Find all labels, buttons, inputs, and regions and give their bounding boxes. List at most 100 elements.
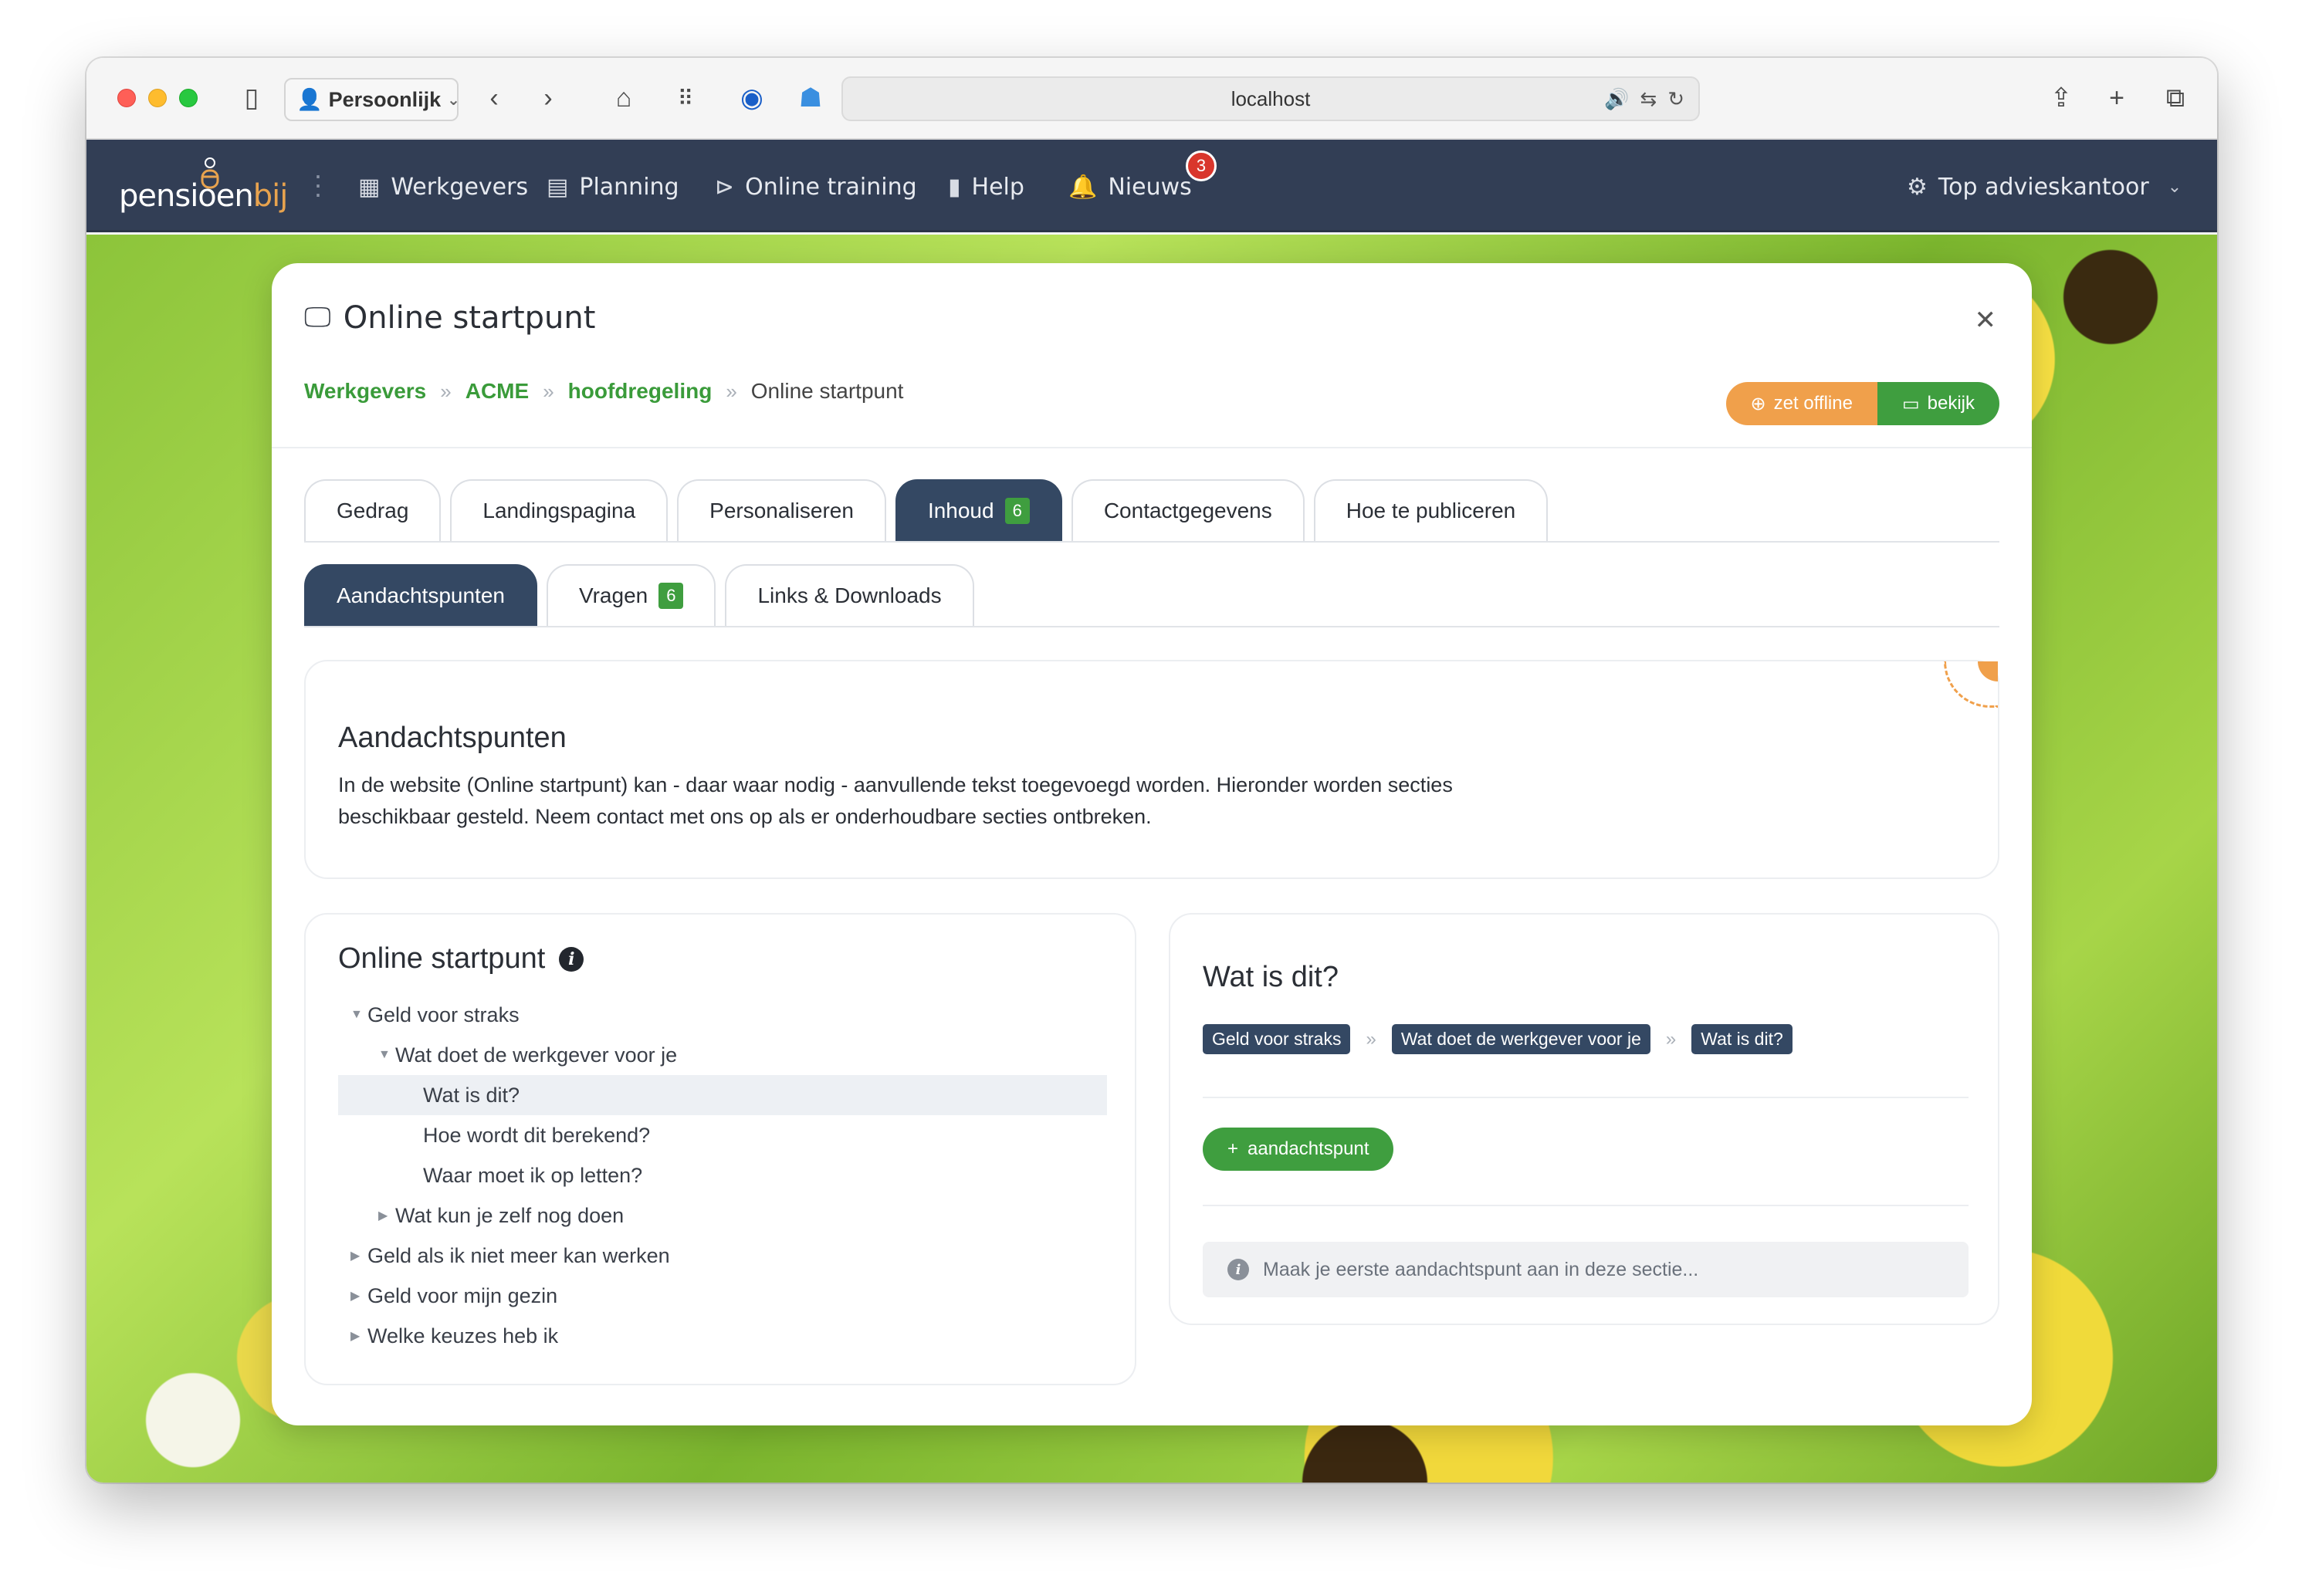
tab-overview-icon[interactable]: ⧉ (2158, 78, 2192, 118)
empty-notice: i Maak je eerste aandachtspunt aan in de… (1203, 1242, 1969, 1297)
ghost-extension-icon[interactable]: ☗ (792, 78, 829, 118)
nav-help[interactable]: ▮ Help (948, 167, 1024, 206)
account-menu[interactable]: ⚙ Top advieskantoor ⌄ (1907, 167, 2182, 206)
breadcrumb-acme[interactable]: ACME (465, 379, 529, 404)
detail-divider (1203, 1097, 1969, 1098)
speaker-icon[interactable]: 🔊 (1604, 87, 1629, 111)
publish-button-group: ⊕ zet offline ▭ bekijk (1725, 382, 1999, 425)
caret-right-icon[interactable]: ▶ (350, 1288, 367, 1304)
tab-inhoud[interactable]: Inhoud 6 (895, 479, 1062, 541)
caret-right-icon[interactable]: ▶ (378, 1208, 395, 1223)
account-label: Top advieskantoor (1938, 173, 2149, 201)
intro-title: Aandachtspunten (338, 722, 567, 754)
calendar-icon: ▤ (547, 173, 569, 201)
back-icon[interactable]: ‹ (479, 78, 509, 118)
caret-right-icon[interactable]: ▶ (350, 1248, 367, 1263)
zet-offline-button[interactable]: ⊕ zet offline (1725, 382, 1877, 425)
detail-divider (1203, 1205, 1969, 1206)
chevron-down-icon: ⌄ (447, 91, 460, 109)
intro-text: In de website (Online startpunt) kan - d… (338, 773, 1453, 828)
tab-hoe-te-publiceren[interactable]: Hoe te publiceren (1313, 479, 1549, 541)
nav-nieuws[interactable]: 🔔 Nieuws (1068, 167, 1192, 206)
minimize-window-button[interactable] (148, 89, 167, 107)
online-startpunt-modal: 🖵 Online startpunt ✕ Werkgevers » ACME »… (272, 263, 2032, 1425)
section-path: Geld voor straks » Wat doet de werkgever… (1203, 1024, 1793, 1054)
caret-right-icon[interactable]: ▶ (350, 1328, 367, 1344)
chevron-right-icon: » (440, 379, 452, 403)
address-bar[interactable]: localhost 🔊 ⇆ ↻ (841, 76, 1700, 121)
reload-icon[interactable]: ↻ (1667, 87, 1684, 111)
header-divider (272, 447, 2032, 448)
tree-title: Online startpunt (338, 942, 546, 975)
section-detail-card: Wat is dit? Geld voor straks » Wat doet … (1169, 913, 1999, 1325)
breadcrumb: Werkgevers » ACME » hoofdregeling » Onli… (304, 379, 903, 404)
browser-window: ▯ 👤 Persoonlijk ⌄ ‹ › ⌂ ⠿ ◉ ☗ localhost … (86, 58, 2217, 1483)
tree-item[interactable]: ▶ Wat kun je zelf nog doen (338, 1195, 1107, 1236)
path-pill: Wat doet de werkgever voor je (1391, 1024, 1650, 1054)
book-icon: ▮ (948, 173, 961, 201)
breadcrumb-hoofdregeling[interactable]: hoofdregeling (568, 379, 713, 404)
section-tree: ▼ Geld voor straks ▼ Wat doet de werkgev… (338, 995, 1107, 1356)
chevron-right-icon: » (1366, 1028, 1376, 1050)
tab-landingspagina[interactable]: Landingspagina (450, 479, 669, 541)
tree-item[interactable]: ▼ Geld voor straks (338, 995, 1107, 1035)
bekijk-button[interactable]: ▭ bekijk (1877, 382, 1999, 425)
info-icon[interactable]: i (559, 946, 584, 972)
intro-card: Aandachtspunten In de website (Online st… (304, 660, 1999, 879)
nav-planning[interactable]: ▤ Planning (547, 167, 679, 206)
zoom-window-button[interactable] (179, 89, 198, 107)
tree-item[interactable]: ▶ Welke keuzes heb ik (338, 1316, 1107, 1356)
detail-title: Wat is dit? (1203, 961, 1339, 993)
tab-links-downloads[interactable]: Links & Downloads (725, 564, 974, 626)
home-icon[interactable]: ⌂ (605, 78, 642, 118)
chevron-right-icon: » (543, 379, 554, 403)
forward-icon[interactable]: › (533, 78, 564, 118)
tree-item[interactable]: Hoe wordt dit berekend? (338, 1115, 1107, 1155)
close-window-button[interactable] (117, 89, 136, 107)
count-badge: 6 (658, 583, 684, 609)
chevron-right-icon: » (726, 379, 737, 403)
info-icon: i (1227, 1259, 1249, 1280)
breadcrumb-current: Online startpunt (750, 379, 904, 403)
logo-text: pensioenbij (119, 178, 288, 214)
tree-item[interactable]: ▶ Geld als ik niet meer kan werken (338, 1236, 1107, 1276)
close-icon[interactable]: ✕ (1975, 305, 1997, 336)
grid-icon[interactable]: ⠿ (667, 78, 704, 118)
tree-item[interactable]: ▶ Geld voor mijn gezin (338, 1276, 1107, 1316)
caret-down-icon[interactable]: ▼ (378, 1048, 395, 1062)
news-count-badge: 3 (1186, 150, 1217, 181)
translate-icon[interactable]: ⇆ (1640, 87, 1657, 111)
person-icon: 👤 (296, 88, 323, 111)
tree-item[interactable]: Waar moet ik op letten? (338, 1155, 1107, 1195)
sidebar-toggle-icon[interactable]: ▯ (235, 78, 269, 118)
chevron-right-icon: » (1665, 1028, 1677, 1050)
monitor-icon: 🖵 (304, 302, 331, 333)
breadcrumb-werkgevers[interactable]: Werkgevers (304, 379, 426, 404)
nav-online-training[interactable]: ⊳ Online training (715, 167, 917, 206)
more-vertical-icon[interactable]: · · · (313, 161, 323, 208)
profile-button[interactable]: 👤 Persoonlijk ⌄ (284, 78, 460, 121)
tab-vragen[interactable]: Vragen 6 (546, 564, 716, 626)
share-icon[interactable]: ⇪ (2044, 78, 2078, 118)
chevron-down-icon: ⌄ (2167, 177, 2182, 197)
browser-toolbar: ▯ 👤 Persoonlijk ⌄ ‹ › ⌂ ⠿ ◉ ☗ localhost … (86, 58, 2217, 140)
monitor-icon: ▭ (1901, 393, 1920, 414)
subtabs-baseline (304, 626, 1999, 627)
nav-werkgevers[interactable]: ▦ Werkgevers (358, 167, 528, 206)
caret-down-icon[interactable]: ▼ (350, 1008, 367, 1022)
new-tab-icon[interactable]: + (2100, 78, 2134, 118)
tree-item-selected[interactable]: Wat is dit? (338, 1075, 1107, 1115)
modal-title: 🖵 Online startpunt (304, 300, 596, 336)
gear-icon: ⚙ (1907, 173, 1928, 201)
password-manager-icon[interactable]: ◉ (733, 78, 770, 118)
add-aandachtspunt-button[interactable]: + aandachtspunt (1203, 1128, 1394, 1171)
globe-icon: ⊕ (1750, 393, 1766, 414)
app-navbar: pensioenbij · · · ▦ Werkgevers ▤ Planning … (86, 140, 2217, 232)
tab-gedrag[interactable]: Gedrag (304, 479, 442, 541)
count-badge: 6 (1004, 498, 1030, 524)
path-pill: Wat is dit? (1691, 1024, 1793, 1054)
tab-contactgegevens[interactable]: Contactgegevens (1071, 479, 1305, 541)
tree-item[interactable]: ▼ Wat doet de werkgever voor je (338, 1035, 1107, 1075)
tab-aandachtspunten[interactable]: Aandachtspunten (304, 564, 537, 626)
tab-personaliseren[interactable]: Personaliseren (677, 479, 886, 541)
